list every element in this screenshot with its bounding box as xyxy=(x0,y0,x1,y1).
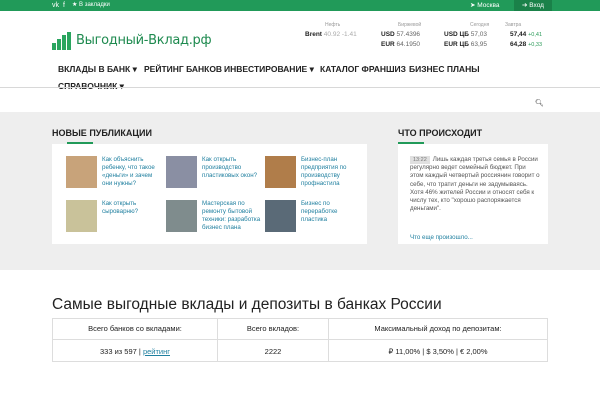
publications-card: Как объяснить ребенку, что такое «деньги… xyxy=(52,144,367,244)
news-item[interactable]: 13:22 Лишь каждая третья семья в России р… xyxy=(410,156,540,213)
cell-banks: 333 из 597 | рейтинг xyxy=(100,347,170,356)
login-button[interactable]: ➔ Вход xyxy=(514,0,552,11)
quote-exchange-label: EUR xyxy=(381,41,395,48)
publication-thumbnail xyxy=(265,200,296,232)
publication-title[interactable]: Мастерская по ремонту бытовой техники: р… xyxy=(202,200,262,232)
nav-divider xyxy=(0,87,600,88)
search-icon[interactable]: 🔍︎ xyxy=(535,99,544,107)
quote-tomorrow-change: +0,33 xyxy=(528,42,543,48)
quote-today: Сегодня USD ЦБ 57,03 EUR ЦБ 63,95 xyxy=(444,20,489,50)
more-news-link[interactable]: Что еще произошло... xyxy=(410,234,473,241)
bookmark-link[interactable]: ★ В закладки xyxy=(72,1,110,10)
publication-title[interactable]: Как открыть производство пластиковых око… xyxy=(202,156,262,180)
publication-item[interactable]: Бизнес по переработке пластика xyxy=(265,200,360,248)
cell-deposits: 2222 xyxy=(264,347,282,356)
menu-item-bank-rating[interactable]: РЕЙТИНГ БАНКОВ xyxy=(144,64,222,74)
publication-item[interactable]: Бизнес-план предприятия по производству … xyxy=(265,156,360,204)
quote-tomorrow-header: Завтра xyxy=(505,22,522,28)
quote-today-label: USD ЦБ xyxy=(444,31,469,38)
quote-exchange-value: 64.1950 xyxy=(396,41,421,48)
quote-oil: Нефть Brent 40.92 -1.41 xyxy=(305,20,357,40)
happening-card: 13:22 Лишь каждая третья семья в России р… xyxy=(398,144,548,244)
quote-today-value: 63,95 xyxy=(470,41,488,48)
menu-item-deposits[interactable]: ВКЛАДЫ В БАНК ▾ xyxy=(58,64,137,75)
publication-item[interactable]: Мастерская по ремонту бытовой техники: р… xyxy=(166,200,261,248)
news-time: 13:22 xyxy=(410,156,430,165)
publication-thumbnail xyxy=(166,200,197,232)
city-label: Москва xyxy=(477,2,500,9)
publication-item[interactable]: Как открыть сыроварню? xyxy=(66,200,161,248)
publication-item[interactable]: Как открыть производство пластиковых око… xyxy=(166,156,261,204)
quote-oil-label: Brent xyxy=(305,31,322,38)
quote-exchange-label: USD xyxy=(381,31,395,38)
quote-exchange: Биржевой USD 57.4396 EUR 64.1950 xyxy=(381,20,421,50)
publication-title[interactable]: Как открыть сыроварню? xyxy=(102,200,162,216)
site-logo[interactable]: Выгодный-Вклад.рф xyxy=(52,30,212,52)
facebook-icon[interactable]: f xyxy=(63,1,65,10)
publication-thumbnail xyxy=(166,156,197,188)
quote-exchange-header: Биржевой xyxy=(398,22,422,28)
publication-thumbnail xyxy=(66,200,97,232)
banks-count: 333 из 597 xyxy=(100,347,137,356)
summary-table: Всего банков со вкладами: Всего вкладов:… xyxy=(52,318,548,362)
cell-max-income: ₽ 11,00% | $ 3,50% | € 2,00% xyxy=(388,347,488,356)
publication-title[interactable]: Бизнес по переработке пластика xyxy=(301,200,361,224)
top-bar: vk f ★ В закладки ➤ Москва ➔ Вход xyxy=(0,0,600,11)
news-text: Лишь каждая третья семья в России регуля… xyxy=(410,156,540,213)
header-banks: Всего банков со вкладами: xyxy=(88,324,182,333)
publication-title[interactable]: Бизнес-план предприятия по производству … xyxy=(301,156,361,188)
publications-title: НОВЫЕ ПУБЛИКАЦИИ xyxy=(52,128,152,138)
publication-thumbnail xyxy=(66,156,97,188)
quote-exchange-value: 57.4396 xyxy=(396,31,421,38)
quote-tomorrow-value: 64,28 xyxy=(510,41,527,48)
quote-today-label: EUR ЦБ xyxy=(444,41,469,48)
login-label: Вход xyxy=(529,2,544,9)
quote-tomorrow-change: +0,41 xyxy=(528,32,543,38)
quote-tomorrow-value: 57,44 xyxy=(510,31,527,38)
rating-link[interactable]: рейтинг xyxy=(143,347,170,356)
menu-item-business-plans[interactable]: БИЗНЕС ПЛАНЫ xyxy=(409,64,480,74)
page-title: Самые выгодные вклады и депозиты в банка… xyxy=(52,296,442,313)
quote-oil-header: Нефть xyxy=(325,22,341,28)
quote-tomorrow: Завтра 57,44 +0,41 64,28 +0,33 xyxy=(505,20,542,50)
logo-icon xyxy=(52,32,72,50)
publication-title[interactable]: Как объяснить ребенку, что такое «деньги… xyxy=(102,156,162,188)
happening-title: ЧТО ПРОИСХОДИТ xyxy=(398,128,483,138)
menu-item-investing[interactable]: ИНВЕСТИРОВАНИЕ ▾ xyxy=(224,64,314,75)
quote-today-value: 57,03 xyxy=(470,31,488,38)
vk-icon[interactable]: vk xyxy=(52,1,59,10)
quote-oil-value: 40.92 -1.41 xyxy=(323,31,357,38)
logo-text: Выгодный-Вклад.рф xyxy=(76,33,212,48)
publication-item[interactable]: Как объяснить ребенку, что такое «деньги… xyxy=(66,156,161,204)
menu-item-franchise-catalog[interactable]: КАТАЛОГ ФРАНШИЗ xyxy=(320,64,406,74)
header-deposits: Всего вкладов: xyxy=(246,324,300,333)
header-max-income: Максимальный доход по депозитам: xyxy=(374,324,502,333)
publication-thumbnail xyxy=(265,156,296,188)
quote-today-header: Сегодня xyxy=(470,22,490,28)
city-selector[interactable]: ➤ Москва xyxy=(470,0,499,11)
